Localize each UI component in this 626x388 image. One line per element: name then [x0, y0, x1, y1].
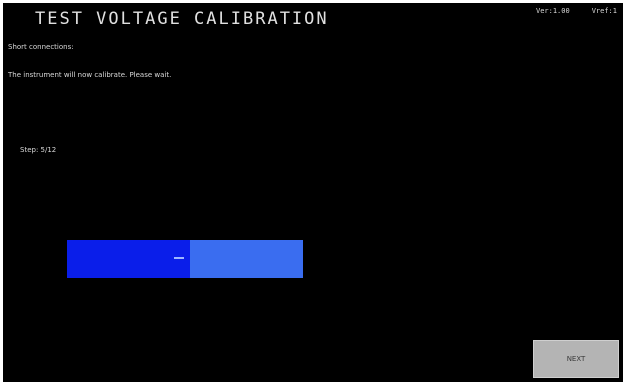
calibration-progress-bar	[67, 240, 303, 278]
instruction-line-2: The instrument will now calibrate. Pleas…	[8, 71, 172, 79]
progress-marker	[173, 257, 184, 259]
next-button[interactable]: NEXT	[533, 340, 619, 378]
version-indicator: Ver:1.00	[535, 7, 570, 15]
instruction-line-1: Short connections:	[8, 43, 74, 51]
calibration-screen: TEST VOLTAGE CALIBRATION Ver:1.00 Vref:1…	[3, 3, 623, 382]
page-title: TEST VOLTAGE CALIBRATION	[35, 9, 329, 29]
step-counter: Step: 5/12	[20, 146, 57, 154]
progress-fill	[67, 240, 190, 278]
status-area: Ver:1.00 Vref:1	[536, 7, 617, 15]
vref-indicator: Vref:1	[591, 7, 617, 15]
